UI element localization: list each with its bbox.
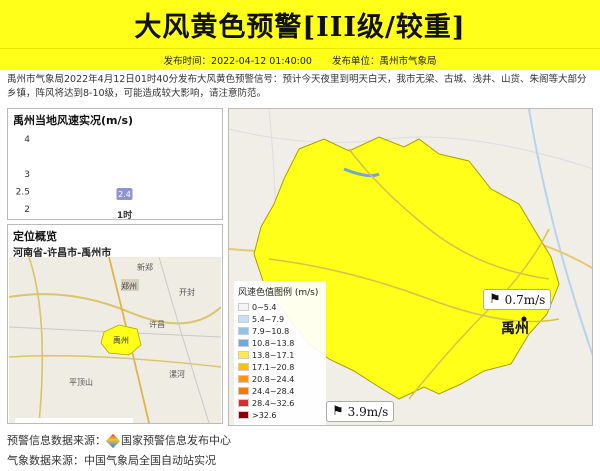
y-tick-label: 4 <box>24 135 30 145</box>
wind-icon: ⚑ <box>332 404 344 419</box>
legend-label: 13.8~17.1 <box>252 350 295 360</box>
legend-row: 13.8~17.1 <box>238 349 322 361</box>
legend-row: >32.6 <box>238 409 322 421</box>
inset-label-pingdingshan: 平顶山 <box>69 378 93 387</box>
legend-label: >32.6 <box>252 410 277 420</box>
publisher: 发布单位：禹州市气象局 <box>331 55 437 67</box>
source1-name: 国家预警信息发布中心 <box>121 434 231 447</box>
legend-row: 7.9~10.8 <box>238 325 322 337</box>
wind-speed-chart: 4 3 2.5 2 2.4 1时 <box>16 135 133 219</box>
wind-data-label: 2.4 <box>118 190 131 199</box>
legend-row: 24.4~28.4 <box>238 385 322 397</box>
location-panel: 定位概览 河南省-许昌市-禹州市 新郑 郑州 开封 许昌 禹州 平顶山 漯河 图… <box>7 224 223 424</box>
wind-data-point[interactable]: 2.4 <box>116 188 133 200</box>
legend-swatch <box>238 351 249 359</box>
inset-label-kaifeng: 开封 <box>179 288 195 297</box>
legend-label: 10.8~13.8 <box>252 338 295 348</box>
wind-speed-panel: 禹州当地风速实况(m/s) 4 3 2.5 2 2.4 1时 <box>7 108 223 220</box>
y-tick-label: 2.5 <box>16 188 30 198</box>
warning-banner: 大风黄色预警[III级/较重] <box>0 0 600 48</box>
inset-label-zhengzhou: 郑州 <box>121 282 137 291</box>
release-center-logo-icon <box>105 433 121 449</box>
legend-swatch <box>238 387 249 395</box>
warning-meta: 发布时间：2022-04-12 01:40:00 发布单位：禹州市气象局 <box>0 48 600 70</box>
wind-speed-legend: 风速色值图例 (m/s) 0~5.4 5.4~7.9 7.9~10.8 10.8~13… <box>234 281 326 425</box>
legend-label: 17.1~20.8 <box>252 362 295 372</box>
city-label-yuzhou: 禹州 <box>501 321 529 337</box>
legend-row: 17.1~20.8 <box>238 361 322 373</box>
footer-source1: 预警信息数据来源： 国家预警信息发布中心 <box>7 432 231 449</box>
wind-chart-title: 禹州当地风速实况(m/s) <box>13 114 134 127</box>
legend-label: 5.4~7.9 <box>252 314 285 324</box>
legend-label: 28.4~32.6 <box>252 398 295 408</box>
source1-prefix: 预警信息数据来源： <box>7 434 106 447</box>
footer-source2: 气象数据来源：中国气象局全国自动站实况 <box>7 454 216 467</box>
legend-label: 0~5.4 <box>252 302 277 312</box>
legend-row: 0~5.4 <box>238 301 322 313</box>
inset-legend-title: 图例 <box>20 420 128 423</box>
legend-label: 24.4~28.4 <box>252 386 295 396</box>
wind-icon: ⚑ <box>489 292 501 307</box>
legend-row: 5.4~7.9 <box>238 313 322 325</box>
location-title: 定位概览 <box>13 230 57 243</box>
legend-label: 7.9~10.8 <box>252 326 290 336</box>
warning-title: 大风黄色预警[III级/较重] <box>134 11 466 43</box>
legend-swatch <box>238 399 249 407</box>
station-value: 0.7m/s <box>504 292 546 307</box>
legend-swatch <box>238 411 249 419</box>
legend-row: 10.8~13.8 <box>238 337 322 349</box>
x-tick-label: 1时 <box>117 209 132 219</box>
location-inset-map[interactable]: 新郑 郑州 开封 许昌 禹州 平顶山 漯河 图例 国界 省界 <box>9 257 221 423</box>
legend-row: 20.8~24.4 <box>238 373 322 385</box>
station-marker-sw[interactable]: ⚑ 3.9m/s <box>326 401 395 422</box>
inset-legend: 图例 国界 省界 <box>15 418 133 423</box>
y-tick-label: 2 <box>24 205 30 215</box>
y-tick-label: 3 <box>24 170 30 180</box>
warning-description: 禹州市气象局2022年4月12日01时40分发布大风黄色预警信号：预计今天夜里到… <box>7 74 587 99</box>
warning-map[interactable]: 风速色值图例 (m/s) 0~5.4 5.4~7.9 7.9~10.8 10.8~13… <box>228 108 593 426</box>
legend-swatch <box>238 327 249 335</box>
inset-label-yuzhou: 禹州 <box>113 336 129 345</box>
legend-swatch <box>238 375 249 383</box>
inset-label-xinzheng: 新郑 <box>137 263 153 272</box>
station-value: 3.9m/s <box>347 404 389 419</box>
inset-label-xuchang: 许昌 <box>149 320 165 329</box>
inset-label-luohe: 漯河 <box>169 370 185 379</box>
legend-swatch <box>238 339 249 347</box>
legend-swatch <box>238 303 249 311</box>
station-marker-ne[interactable]: ⚑ 0.7m/s <box>483 289 552 310</box>
legend-row: 28.4~32.6 <box>238 397 322 409</box>
legend-label: 20.8~24.4 <box>252 374 295 384</box>
publish-time: 发布时间：2022-04-12 01:40:00 <box>163 55 312 67</box>
legend-swatch <box>238 315 249 323</box>
legend-title: 风速色值图例 (m/s) <box>238 288 319 298</box>
legend-swatch <box>238 363 249 371</box>
